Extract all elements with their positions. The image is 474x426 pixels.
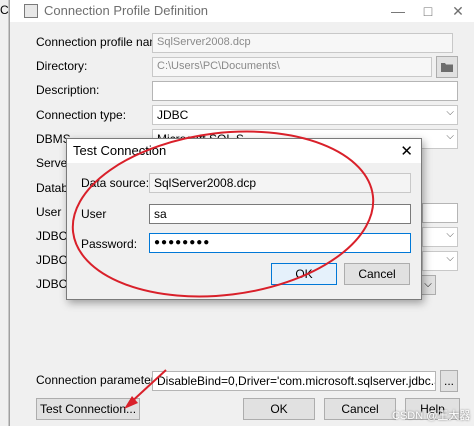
annotation-overlay xyxy=(71,130,375,409)
red-highlight-ellipse xyxy=(71,130,375,298)
watermark: CSDN @王大器 xyxy=(392,410,471,422)
